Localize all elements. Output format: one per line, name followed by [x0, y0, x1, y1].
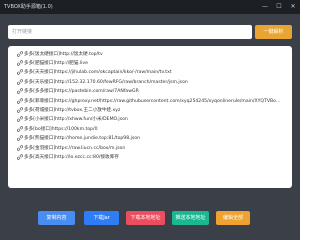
- list-item-label: [肥猫接口]http://肥猫.live: [33, 61, 88, 67]
- link-icon: [17, 107, 23, 113]
- list-item-text: 多多[天乐接口]http://152.32.170.60/fewRFG/raw/…: [24, 79, 188, 85]
- list-item-text: 多多[菲菲接口]https://ghproxy.net/https://raw.…: [24, 98, 281, 104]
- list-item-prefix: 多多: [24, 61, 34, 67]
- list-item-prefix: 多多: [24, 136, 34, 142]
- copy-content-button[interactable]: 复制内容: [38, 211, 75, 225]
- list-item-text: 多多[天天接口]https://jihulab.com/okcaptain/kk…: [24, 69, 172, 75]
- list-item-label: [天天接口]https://jihulab.com/okcaptain/kko/…: [33, 70, 172, 76]
- parse-button[interactable]: 一键解析: [255, 25, 292, 39]
- list-item-text: 多多[荷城接口]http://tvbox.王二小放牛娃.xyz: [24, 107, 120, 113]
- list-item-label: [荷城接口]http://tvbox.王二小放牛娃.xyz: [33, 108, 121, 114]
- list-item-label: [天乐接口]http://152.32.170.60/fewRFG/raw/br…: [33, 79, 188, 85]
- link-icon: [17, 135, 23, 141]
- title-bar: TVBOX助手源箱(1.0) — ☐ ✕: [0, 0, 300, 14]
- link-icon: [17, 126, 23, 132]
- list-item[interactable]: 多多[小米接口]http://xhww.fun/小米/DEMO.json: [8, 115, 292, 124]
- list-item-prefix: 多多: [24, 126, 34, 132]
- download-local-address-button[interactable]: 下载本地地址: [126, 211, 165, 225]
- list-item-text: 多多[多多接口]https://pastebin.com/raw/7ANfawG…: [24, 88, 139, 94]
- app-window: TVBOX助手源箱(1.0) — ☐ ✕ 一键解析 多多[饭太硬接口]http:…: [0, 0, 300, 240]
- edit-all-button[interactable]: 编辑全部: [216, 211, 250, 225]
- list-item-label: [小米接口]http://xhww.fun/小米/DEMO.json: [33, 117, 128, 123]
- list-item-text: 多多[肥猫接口]http://肥猫.live: [24, 60, 88, 66]
- download-jar-button[interactable]: 下载Jar: [84, 211, 119, 225]
- list-item-label: [熊猫接口]http://home.jundie.top:81/top98.js…: [33, 136, 140, 142]
- list-item-label: [菲菲接口]https://ghproxy.net/https://raw.gi…: [33, 98, 281, 104]
- list-item[interactable]: 多多[熊猫接口]http://home.jundie.top:81/top98.…: [8, 134, 292, 143]
- source-list[interactable]: 多多[饭太硬接口]http://饭太硬.top/tv 多多[肥猫接口]http:/…: [8, 46, 292, 188]
- list-item[interactable]: 多多[天天接口]https://jihulab.com/okcaptain/kk…: [8, 68, 292, 77]
- list-item-prefix: 多多: [24, 145, 34, 151]
- list-item-prefix: 多多: [24, 117, 34, 123]
- app-title: TVBOX助手源箱(1.0): [4, 4, 53, 10]
- list-item-label: [饭太硬接口]http://饭太硬.top/tv: [33, 51, 103, 57]
- list-item-text: 多多[高天接口]http://lo.ezcc.cc:80/接收库存: [24, 154, 119, 160]
- close-icon[interactable]: ✕: [286, 0, 300, 14]
- list-item-text: 多多[小米接口]http://xhww.fun/小米/DEMO.json: [24, 116, 128, 122]
- list-item-prefix: 多多: [24, 154, 34, 160]
- link-icon: [17, 69, 23, 76]
- list-item-label: [金羽接口]https://raw.liucn.cc/box/m.json: [33, 145, 126, 151]
- list-item-prefix: 多多: [24, 51, 34, 57]
- list-item-prefix: 多多: [24, 70, 34, 76]
- list-item-text: 多多[熊猫接口]http://home.jundie.top:81/top98.…: [24, 135, 140, 141]
- link-icon: [17, 60, 23, 66]
- list-item[interactable]: 多多[多多接口]https://pastebin.com/raw/7ANfawG…: [8, 87, 292, 96]
- link-icon: [17, 79, 23, 85]
- list-item-prefix: 多多: [24, 79, 34, 85]
- link-icon: [17, 154, 23, 160]
- list-item-text: 多多[bo接口]https://100km.top/0: [24, 126, 98, 132]
- list-item[interactable]: 多多[荷城接口]http://tvbox.王二小放牛娃.xyz: [8, 105, 292, 114]
- list-item[interactable]: 多多[高天接口]http://lo.ezcc.cc:80/接收库存: [8, 152, 292, 161]
- minimize-icon[interactable]: —: [258, 0, 272, 14]
- link-icon: [17, 50, 23, 57]
- list-item[interactable]: 多多[金羽接口]https://raw.liucn.cc/box/m.json: [8, 143, 292, 152]
- link-icon: [17, 144, 23, 151]
- action-button-row: 复制内容 下载Jar 下载本地地址 推送本地地址 编辑全部: [0, 211, 300, 225]
- list-item-text: 多多[金羽接口]https://raw.liucn.cc/box/m.json: [24, 145, 125, 151]
- link-icon: [17, 116, 23, 123]
- link-icon: [17, 97, 23, 104]
- list-item-prefix: 多多: [24, 98, 34, 104]
- list-item-label: [多多接口]https://pastebin.com/raw/7ANfawGR: [33, 89, 139, 95]
- list-item-label: [bo接口]https://100km.top/0: [33, 126, 98, 132]
- list-item-prefix: 多多: [24, 89, 34, 95]
- list-item-label: [高天接口]http://lo.ezcc.cc:80/接收库存: [33, 154, 119, 160]
- list-item[interactable]: 多多[饭太硬接口]http://饭太硬.top/tv: [8, 49, 292, 58]
- list-item[interactable]: 多多[bo接口]https://100km.top/0: [8, 124, 292, 133]
- push-local-address-button[interactable]: 推送本地地址: [172, 211, 209, 225]
- list-item-prefix: 多多: [24, 108, 34, 114]
- list-item[interactable]: 多多[菲菲接口]https://ghproxy.net/https://raw.…: [8, 96, 292, 105]
- list-item[interactable]: 多多[肥猫接口]http://肥猫.live: [8, 58, 292, 67]
- maximize-icon[interactable]: ☐: [272, 0, 286, 14]
- link-icon: [17, 88, 23, 95]
- url-input[interactable]: [8, 25, 252, 39]
- list-item[interactable]: 多多[天乐接口]http://152.32.170.60/fewRFG/raw/…: [8, 77, 292, 86]
- window-controls: — ☐ ✕: [258, 0, 300, 14]
- list-item-text: 多多[饭太硬接口]http://饭太硬.top/tv: [24, 51, 103, 57]
